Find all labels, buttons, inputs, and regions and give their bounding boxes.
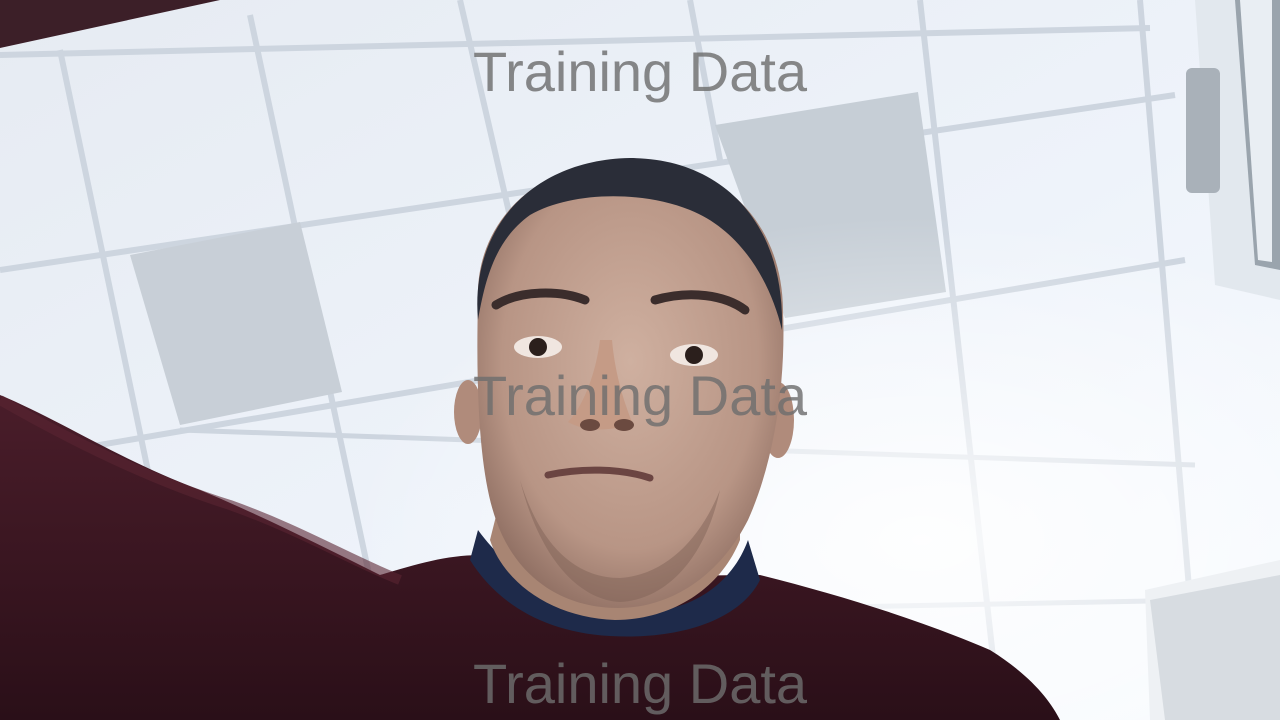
photo-scene [0, 0, 1280, 720]
